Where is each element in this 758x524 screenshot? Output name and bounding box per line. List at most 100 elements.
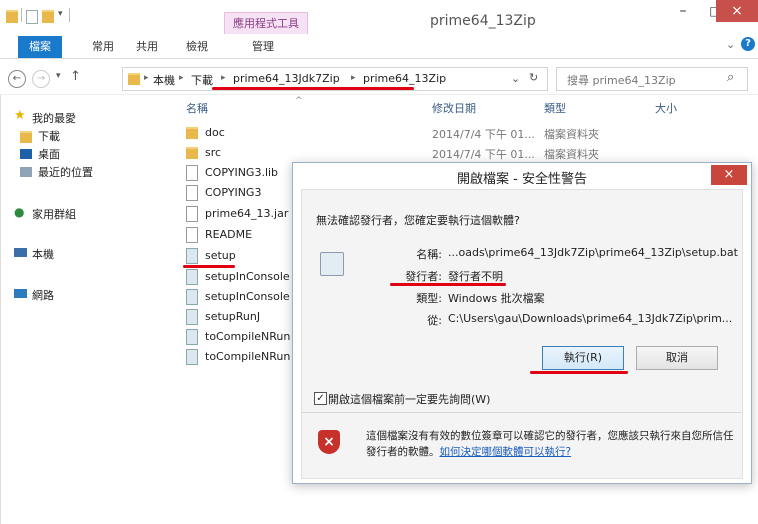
address-row: ← → ▾ ↑ ▸ 本機 ▸ 下載 ▸ prime64_13Jdk7Zip ▸ …	[0, 60, 758, 95]
forward-button[interactable]: →	[32, 70, 50, 88]
breadcrumb-separator: ▸	[144, 73, 149, 83]
cancel-button[interactable]: 取消	[636, 346, 718, 370]
file-name: toCompileNRun	[205, 350, 290, 363]
navigation-pane: ★ 我的最愛 下載 桌面 最近的位置 ● 家用群組 本機 網路	[0, 95, 176, 524]
column-header-size[interactable]: 大小	[655, 100, 677, 116]
file-date: 2014/7/4 下午 01...	[432, 148, 535, 161]
app-tools-tab[interactable]: 應用程式工具	[224, 12, 308, 35]
from-label: 從:	[427, 314, 442, 327]
file-row[interactable]: setupInConsoleF	[180, 288, 290, 306]
nav-favorites[interactable]: 我的最愛	[32, 110, 76, 126]
publisher-value: 發行者不明	[448, 270, 503, 283]
folder-icon	[128, 73, 140, 85]
run-button[interactable]: 執行(R)	[542, 346, 624, 370]
nav-thispc[interactable]: 本機	[32, 246, 54, 262]
window-title: prime64_13Zip	[430, 13, 536, 29]
tab-home[interactable]: 常用	[92, 38, 114, 54]
file-name: setupInConsole	[205, 270, 290, 283]
properties-icon[interactable]	[26, 10, 38, 24]
close-button[interactable]: ×	[716, 0, 758, 22]
annotation-underline	[530, 371, 628, 374]
search-box[interactable]: 搜尋 prime64_13Zip ⌕	[556, 67, 748, 91]
batch-file-icon	[186, 349, 198, 365]
column-header-date[interactable]: 修改日期	[432, 100, 476, 116]
checkbox-label[interactable]: 開啟這個檔案前一定要先詢問(W)	[328, 391, 490, 407]
recent-places-icon	[20, 167, 32, 177]
help-link[interactable]: 如何決定哪個軟體可以執行?	[440, 446, 572, 458]
file-name: setupRunJ	[205, 310, 261, 323]
publisher-label: 發行者:	[405, 270, 442, 283]
help-icon[interactable]: ?	[741, 37, 755, 51]
column-header-name[interactable]: 名稱	[186, 100, 208, 116]
search-icon[interactable]: ⌕	[727, 70, 734, 85]
new-folder-icon[interactable]	[42, 10, 54, 23]
folder-icon	[186, 147, 198, 159]
shield-warning-icon: ×	[318, 430, 340, 454]
search-input[interactable]: 搜尋 prime64_13Zip	[567, 72, 676, 88]
quick-access-dropdown-icon[interactable]: ▾	[58, 9, 63, 19]
ask-before-open-checkbox[interactable]: ✓	[314, 392, 327, 405]
tab-view[interactable]: 檢視	[186, 38, 208, 54]
type-value: Windows 批次檔案	[448, 292, 545, 305]
nav-homegroup[interactable]: 家用群組	[32, 206, 76, 222]
nav-network[interactable]: 網路	[32, 287, 54, 303]
back-button[interactable]: ←	[8, 70, 26, 88]
minimize-button[interactable]: –	[668, 0, 698, 22]
dialog-body: 無法確認發行者，您確定要執行這個軟體? 名稱: ...oads\prime64_…	[301, 189, 743, 479]
breadcrumb-thispc[interactable]: 本機	[153, 72, 175, 88]
file-icon	[186, 165, 198, 181]
breadcrumb-separator: ▸	[179, 73, 184, 83]
dialog-close-button[interactable]: ×	[711, 165, 747, 185]
file-row[interactable]: COPYING3.lib	[180, 164, 290, 182]
file-row[interactable]: prime64_13.jar	[180, 205, 290, 223]
breadcrumb-separator: ▸	[351, 73, 356, 83]
batch-file-icon	[186, 309, 198, 325]
expand-ribbon-icon[interactable]: ⌄	[726, 38, 735, 51]
up-button[interactable]: ↑	[70, 69, 81, 84]
file-row-doc[interactable]: doc 2014/7/4 下午 01... 檔案資料夾	[180, 124, 750, 142]
batch-file-icon	[186, 329, 198, 345]
breadcrumb-prime64-13zip[interactable]: prime64_13Zip	[363, 72, 446, 85]
dialog-title: 開啟檔案 - 安全性警告	[457, 172, 587, 187]
breadcrumb-prime64-13jdk7zip[interactable]: prime64_13Jdk7Zip	[233, 72, 340, 85]
refresh-icon[interactable]: ↻	[529, 71, 538, 84]
tab-file[interactable]: 檔案	[18, 36, 62, 58]
file-row[interactable]: setupInConsole	[180, 268, 290, 286]
batch-file-icon	[186, 289, 198, 305]
file-row[interactable]: README	[180, 226, 290, 244]
file-row-setup[interactable]: setup	[180, 247, 290, 265]
file-row[interactable]: COPYING3	[180, 184, 290, 202]
nav-recent[interactable]: 最近的位置	[38, 164, 93, 180]
nav-downloads[interactable]: 下載	[38, 128, 60, 144]
column-header-type[interactable]: 類型	[544, 100, 566, 116]
tab-manage[interactable]: 管理	[252, 38, 274, 54]
warning-message: 這個檔案沒有有效的數位簽章可以確認它的發行者，您應該只執行來自您所信任發行者的軟…	[366, 428, 734, 460]
tab-share[interactable]: 共用	[136, 38, 158, 54]
file-name: setup	[205, 249, 236, 262]
file-icon	[186, 206, 198, 222]
type-label: 類型:	[416, 292, 442, 305]
window-border	[0, 95, 1, 524]
file-name: toCompileNRun	[205, 330, 290, 343]
address-dropdown-icon[interactable]: ⌄	[511, 72, 520, 85]
batch-file-icon	[186, 248, 198, 264]
file-name: README	[205, 228, 253, 241]
file-name: COPYING3	[205, 186, 262, 199]
file-row[interactable]: toCompileNRun	[180, 328, 290, 346]
ribbon-tabs: 常用 共用 檢視 管理 ⌄ ?	[0, 34, 758, 59]
file-row[interactable]: setupRunJ	[180, 308, 290, 326]
breadcrumb-downloads[interactable]: 下載	[191, 72, 213, 88]
file-name: src	[205, 146, 222, 159]
file-icon	[186, 185, 198, 201]
file-row[interactable]: toCompileNRun	[180, 348, 290, 366]
file-icon	[186, 227, 198, 243]
breadcrumb-separator: ▸	[221, 73, 226, 83]
recent-locations-icon[interactable]: ▾	[56, 71, 61, 81]
file-row-src[interactable]: src 2014/7/4 下午 01... 檔案資料夾	[180, 144, 750, 162]
nav-desktop[interactable]: 桌面	[38, 146, 60, 162]
folder-icon	[6, 10, 18, 23]
folder-icon	[186, 127, 198, 139]
dialog-question: 無法確認發行者，您確定要執行這個軟體?	[316, 214, 520, 227]
separator	[21, 8, 22, 22]
name-value: ...oads\prime64_13Jdk7Zip\prime64_13Zip\…	[448, 246, 738, 259]
